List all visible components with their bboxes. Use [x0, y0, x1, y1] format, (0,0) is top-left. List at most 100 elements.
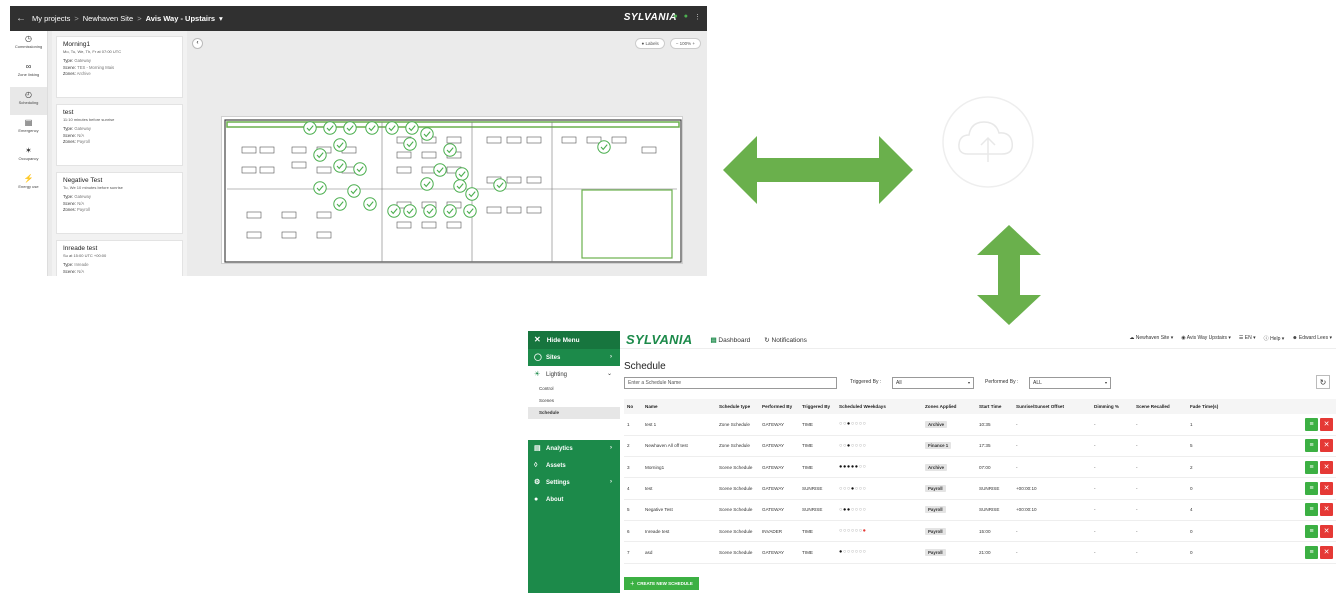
- column-header[interactable]: Fade Time(s): [1187, 399, 1257, 414]
- sensor-check-icon[interactable]: [463, 204, 477, 218]
- nav-emergency[interactable]: ▤ Emergency: [10, 115, 47, 143]
- delete-button[interactable]: ✕: [1320, 524, 1333, 538]
- table-row[interactable]: 7 asd Scene Schedule GATEWAY TIME ●○○○○○○ Payr…: [624, 541, 1336, 564]
- floor-selector[interactable]: ◉ Avis Way Upstairs ▾: [1181, 335, 1231, 342]
- schedule-card[interactable]: Inreade test Su at 15:00 UTC +00:00 Type…: [56, 240, 183, 276]
- sensor-check-icon[interactable]: [347, 184, 361, 198]
- sensor-check-icon[interactable]: [353, 162, 367, 176]
- schedule-search-input[interactable]: Enter a Schedule Name: [624, 377, 837, 389]
- bell-icon[interactable]: ●: [674, 13, 678, 21]
- column-header[interactable]: Schedule type: [716, 399, 759, 414]
- nav-zone-linking[interactable]: ∞ Zone linking: [10, 59, 47, 87]
- sensor-check-icon[interactable]: [443, 204, 457, 218]
- edit-button[interactable]: ≡: [1305, 439, 1318, 453]
- column-header[interactable]: Triggered By: [799, 399, 836, 414]
- table-row[interactable]: 3 Morning1 Scene Schedule GATEWAY TIME ●●●●●○…: [624, 456, 1336, 479]
- sensor-check-icon[interactable]: [420, 127, 434, 141]
- submenu-control[interactable]: Control: [528, 383, 620, 395]
- nav-commissioning[interactable]: ◷ Commissioning: [10, 31, 47, 59]
- column-header[interactable]: Scheduled Weekdays: [836, 399, 922, 414]
- sensor-check-icon[interactable]: [403, 204, 417, 218]
- sensor-check-icon[interactable]: [493, 178, 507, 192]
- column-header[interactable]: Scene Recalled: [1133, 399, 1187, 414]
- create-schedule-button[interactable]: ＋ CREATE NEW SCHEDULE: [624, 577, 699, 590]
- collapse-panel-button[interactable]: ‹: [192, 38, 203, 49]
- language-selector[interactable]: ☰ EN ▾: [1239, 335, 1256, 342]
- sensor-check-icon[interactable]: [313, 181, 327, 195]
- nav-dashboard[interactable]: ▤ Dashboard: [710, 336, 750, 344]
- submenu-schedule[interactable]: Schedule: [528, 407, 620, 419]
- sensor-check-icon[interactable]: [333, 197, 347, 211]
- column-header[interactable]: Dimming %: [1091, 399, 1133, 414]
- column-header[interactable]: Sunrise/Sunset Offset: [1013, 399, 1091, 414]
- table-row[interactable]: 2 Newhaven All off test Zone Schedule GATEW…: [624, 435, 1336, 458]
- delete-button[interactable]: ✕: [1320, 503, 1333, 517]
- nav-scheduling[interactable]: ◴ Scheduling: [10, 87, 47, 115]
- site-selector[interactable]: ☁ Newhaven Site ▾: [1129, 335, 1173, 342]
- delete-button[interactable]: ✕: [1320, 482, 1333, 496]
- delete-button[interactable]: ✕: [1320, 417, 1333, 431]
- column-header[interactable]: Performed By: [759, 399, 799, 414]
- sensor-check-icon[interactable]: [313, 148, 327, 162]
- labels-toggle[interactable]: ● Labels: [635, 38, 665, 49]
- edit-button[interactable]: ≡: [1305, 503, 1318, 517]
- edit-button[interactable]: ≡: [1305, 460, 1318, 474]
- sensor-check-icon[interactable]: [597, 140, 611, 154]
- sensor-check-icon[interactable]: [420, 177, 434, 191]
- performed-by-select[interactable]: ALL ▾: [1029, 377, 1111, 389]
- zoom-control[interactable]: − 100% +: [669, 38, 701, 49]
- sensor-check-icon[interactable]: [363, 197, 377, 211]
- chevron-down-icon[interactable]: ▾: [219, 14, 223, 23]
- sensor-check-icon[interactable]: [387, 204, 401, 218]
- table-row[interactable]: 5 Negative Test Scene Schedule GATEWAY SUNRI…: [624, 499, 1336, 521]
- table-row[interactable]: 1 test 1 Zone Schedule GATEWAY TIME ○○●○○○○ Ar…: [624, 414, 1336, 436]
- column-header[interactable]: Zones Applied: [922, 399, 976, 414]
- more-icon[interactable]: ⋮: [694, 13, 701, 21]
- submenu-scenes[interactable]: Scenes: [528, 395, 620, 407]
- column-header[interactable]: Start Time: [976, 399, 1013, 414]
- sensor-check-icon[interactable]: [303, 121, 317, 135]
- sensor-check-icon[interactable]: [333, 138, 347, 152]
- sensor-check-icon[interactable]: [405, 121, 419, 135]
- schedule-card[interactable]: test 11:10 minutes before sunrise Type: …: [56, 104, 183, 166]
- sensor-check-icon[interactable]: [323, 121, 337, 135]
- sensor-check-icon[interactable]: [385, 121, 399, 135]
- edit-button[interactable]: ≡: [1305, 524, 1318, 538]
- sensor-check-icon[interactable]: [455, 167, 469, 181]
- edit-button[interactable]: ≡: [1305, 417, 1318, 431]
- hide-menu-button[interactable]: ✕ Hide Menu: [528, 331, 620, 349]
- help-menu[interactable]: ⓘ Help ▾: [1264, 335, 1285, 342]
- sensor-check-icon[interactable]: [365, 121, 379, 135]
- nav-energy-use[interactable]: ⚡ Energy use: [10, 171, 47, 199]
- nav-occupancy[interactable]: ✶ Occupancy: [10, 143, 47, 171]
- user-menu[interactable]: ☻ Edward Lees ▾: [1292, 335, 1332, 342]
- sensor-check-icon[interactable]: [333, 159, 347, 173]
- table-row[interactable]: 4 test Scene Schedule GATEWAY SUNRISE ○○○●○○○…: [624, 477, 1336, 500]
- help-icon[interactable]: ●: [684, 13, 688, 21]
- menu-lighting[interactable]: ☀ Lighting ⌄: [528, 366, 620, 383]
- sensor-check-icon[interactable]: [443, 143, 457, 157]
- menu-sites[interactable]: ◯ Sites ›: [528, 349, 620, 366]
- sensor-check-icon[interactable]: [423, 204, 437, 218]
- table-row[interactable]: 6 Inreade test Scene Schedule INVADER TIME ○○…: [624, 520, 1336, 543]
- column-header[interactable]: Name: [642, 399, 716, 414]
- delete-button[interactable]: ✕: [1320, 545, 1333, 559]
- menu-settings[interactable]: ⚙ Settings ›: [528, 474, 620, 491]
- menu-about[interactable]: ● About: [528, 491, 620, 508]
- refresh-button[interactable]: ↻: [1316, 375, 1330, 389]
- edit-button[interactable]: ≡: [1305, 545, 1318, 559]
- schedule-card[interactable]: Negative Test Tu, We 10 minutes before s…: [56, 172, 183, 234]
- breadcrumb-site[interactable]: Newhaven Site: [83, 14, 133, 23]
- sensor-check-icon[interactable]: [465, 187, 479, 201]
- triggered-by-select[interactable]: All ▾: [892, 377, 974, 389]
- schedule-card[interactable]: Morning1 Mo, Tu, We, Th, Fr at 07:00 UTC…: [56, 36, 183, 98]
- breadcrumb-floor[interactable]: Avis Way - Upstairs: [146, 14, 215, 23]
- column-header[interactable]: No: [624, 399, 642, 414]
- floor-plan[interactable]: [221, 116, 683, 264]
- edit-button[interactable]: ≡: [1305, 482, 1318, 496]
- delete-button[interactable]: ✕: [1320, 439, 1333, 453]
- sensor-check-icon[interactable]: [453, 179, 467, 193]
- sensor-check-icon[interactable]: [343, 121, 357, 135]
- sensor-check-icon[interactable]: [433, 163, 447, 177]
- nav-notifications[interactable]: ↻ Notifications: [764, 336, 807, 344]
